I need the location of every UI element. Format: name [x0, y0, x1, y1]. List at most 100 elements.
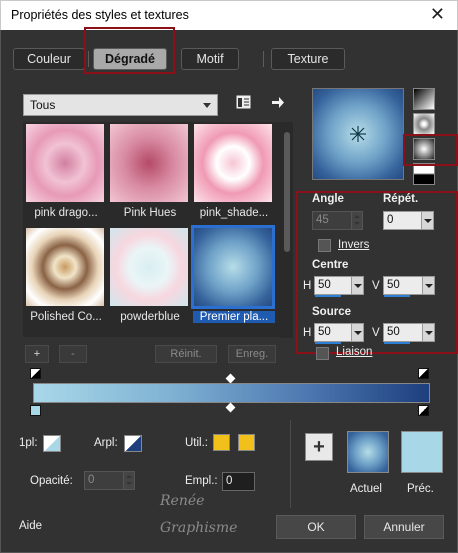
centre-label: Centre [312, 259, 349, 271]
gradient-item[interactable]: pink drago... [25, 123, 105, 219]
centre-v-slider[interactable] [384, 295, 410, 297]
tab-degrade[interactable]: Dégradé [93, 48, 167, 70]
gradient-item-label: Polished Co... [30, 311, 102, 323]
gradient-thumb-image [26, 228, 104, 306]
gradient-bar[interactable] [33, 383, 430, 403]
reset-button[interactable]: Réinit. [155, 345, 217, 363]
gradient-item[interactable]: pink_shade... [193, 123, 273, 219]
gradient-item-label: Premier pla... [193, 311, 275, 323]
centre-v-input[interactable]: 50 [383, 276, 435, 297]
chevron-down-icon[interactable] [422, 277, 434, 294]
gallery-scrollbar[interactable] [281, 122, 293, 338]
invert-label: Invers [338, 239, 370, 251]
opacity-label: Opacité: [30, 475, 73, 487]
tab-motif[interactable]: Motif [181, 48, 239, 70]
gradient-thumb-image [194, 124, 272, 202]
opacity-stop-left[interactable] [30, 368, 41, 379]
opacity-value: 0 [88, 474, 95, 486]
background-color-swatch[interactable] [238, 434, 255, 451]
link-label: Liaison [336, 346, 373, 358]
add-swatch-button[interactable]: + [305, 433, 333, 461]
repeat-label: Répét. [383, 193, 419, 205]
section-divider [290, 420, 291, 508]
tab-couleur[interactable]: Couleur [13, 48, 85, 70]
gradient-item-label: pink drago... [34, 207, 98, 219]
centre-v-label: V [372, 280, 380, 292]
gradient-item[interactable]: Pink Hues [109, 123, 189, 219]
linear-type-icon[interactable] [413, 88, 435, 110]
source-v-value: 50 [387, 326, 400, 338]
centre-crosshair-icon [350, 126, 366, 142]
opacity-point-label: Arpl: [94, 437, 118, 449]
opacity-stepper[interactable] [123, 472, 134, 489]
close-icon[interactable]: ✕ [430, 4, 445, 25]
gradient-item[interactable]: powderblue [109, 227, 189, 323]
ok-button[interactable]: OK [276, 515, 356, 539]
position-input[interactable]: 0 [222, 472, 255, 491]
gradient-item[interactable]: Polished Co... [25, 227, 105, 323]
rectangular-type-icon[interactable] [413, 113, 435, 135]
source-h-slider[interactable] [315, 342, 341, 344]
background-stop-icon[interactable] [124, 435, 142, 452]
library-manager-icon[interactable] [236, 94, 252, 110]
scrollbar-thumb[interactable] [284, 132, 290, 252]
angle-stepper[interactable] [351, 212, 362, 229]
angle-value: 45 [316, 214, 329, 226]
chevron-down-icon[interactable] [351, 324, 363, 341]
opacity-input[interactable]: 0 [84, 471, 135, 490]
source-h-label: H [303, 327, 312, 339]
invert-checkbox[interactable] [318, 239, 331, 252]
previous-swatch[interactable] [401, 431, 443, 473]
watermark-line2: Graphisme [160, 520, 238, 536]
color-stop-left[interactable] [30, 405, 41, 416]
source-label: Source [312, 306, 351, 318]
centre-h-label: H [303, 280, 312, 292]
source-v-slider[interactable] [384, 342, 410, 344]
tab-separator [88, 51, 89, 67]
source-v-input[interactable]: 50 [383, 323, 435, 344]
library-filter-select[interactable]: Tous [23, 94, 218, 116]
centre-h-slider[interactable] [315, 295, 341, 297]
library-filter-value: Tous [30, 98, 56, 112]
chevron-down-icon[interactable] [422, 324, 434, 341]
opacity-stop-right[interactable] [418, 368, 429, 379]
source-v-label: V [372, 327, 380, 339]
gradient-thumb-image [110, 228, 188, 306]
angle-input[interactable]: 45 [312, 211, 363, 230]
repeat-input[interactable]: 0 [383, 211, 434, 230]
location-label: 1pl: [19, 437, 38, 449]
chevron-down-icon [203, 103, 211, 108]
centre-h-input[interactable]: 50 [314, 276, 364, 297]
arrow-right-icon[interactable] [270, 94, 286, 110]
current-swatch[interactable] [347, 431, 389, 473]
gradient-thumb-image [191, 225, 275, 309]
chevron-down-icon[interactable] [351, 277, 363, 294]
source-h-value: 50 [318, 326, 331, 338]
chevron-down-icon[interactable] [421, 212, 433, 229]
add-gradient-button[interactable]: + [25, 345, 49, 363]
cancel-button[interactable]: Annuler [364, 515, 444, 539]
window-title: Propriétés des styles et textures [11, 8, 189, 22]
angle-label: Angle [312, 193, 344, 205]
repeat-value: 0 [387, 214, 394, 226]
centre-h-value: 50 [318, 279, 331, 291]
foreground-stop-icon[interactable] [43, 435, 61, 452]
watermark-line1: Renée [160, 493, 205, 509]
source-h-input[interactable]: 50 [314, 323, 364, 344]
help-link[interactable]: Aide [19, 520, 42, 532]
previous-label: Préc. [407, 483, 434, 495]
gradient-item-selected[interactable]: Premier pla... [191, 225, 275, 323]
radial-type-icon[interactable] [413, 138, 435, 160]
title-bar: Propriétés des styles et textures ✕ [0, 0, 458, 30]
gradient-item-label: powderblue [120, 311, 180, 323]
gradient-thumb-image [26, 124, 104, 202]
sunburst-type-icon[interactable] [413, 163, 435, 185]
gradient-preview[interactable] [312, 88, 404, 180]
link-checkbox[interactable] [316, 347, 329, 360]
tab-texture[interactable]: Texture [271, 48, 345, 70]
color-stop-right[interactable] [418, 405, 429, 416]
remove-gradient-button[interactable]: - [59, 345, 87, 363]
foreground-color-swatch[interactable] [213, 434, 230, 451]
gradient-item-label: Pink Hues [123, 207, 177, 219]
save-gradient-button[interactable]: Enreg. [228, 345, 276, 363]
